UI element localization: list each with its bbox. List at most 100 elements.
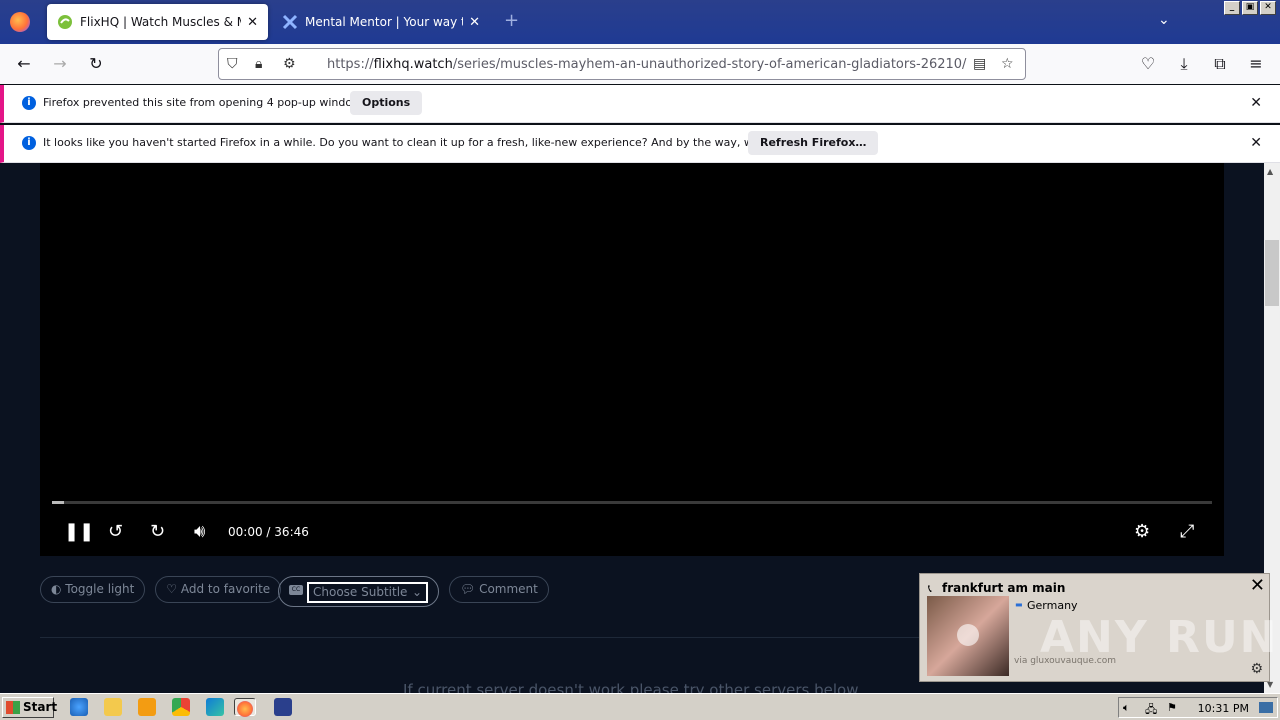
- edge-icon[interactable]: [206, 698, 224, 716]
- start-label: Start: [23, 700, 58, 714]
- duration: 36:46: [274, 525, 309, 539]
- heart-icon: ♡: [166, 582, 181, 596]
- tab-bar: FlixHQ | Watch Muscles & Mayhem ✕ Mental…: [0, 0, 1280, 44]
- internet-explorer-icon[interactable]: [70, 698, 88, 716]
- new-tab-icon[interactable]: +: [504, 10, 519, 31]
- file-explorer-icon[interactable]: [104, 698, 122, 716]
- progress-bar[interactable]: [52, 501, 1212, 504]
- play-icon[interactable]: [957, 624, 979, 646]
- player-tools: ◐ Toggle light ♡ Add to favorite: [40, 576, 282, 603]
- fullscreen-icon[interactable]: ⤢: [1180, 521, 1194, 542]
- close-notification-icon[interactable]: ✕: [1250, 95, 1262, 111]
- shield-icon[interactable]: ⛉: [227, 56, 238, 72]
- flag-tray-icon[interactable]: ⚑: [1167, 701, 1177, 714]
- firefox-icon: [237, 701, 253, 717]
- close-window-button[interactable]: ✕: [1260, 1, 1276, 15]
- windows-logo-icon: [6, 701, 20, 714]
- notification-message: Firefox prevented this site from opening…: [43, 96, 371, 109]
- comment-icon: 💬︎: [460, 582, 480, 596]
- forward-10-icon[interactable]: ↻: [150, 521, 165, 542]
- comment-button[interactable]: 💬︎ Comment: [449, 576, 549, 603]
- forward-arrow-icon[interactable]: →: [48, 52, 72, 76]
- chrome-icon[interactable]: [172, 698, 190, 716]
- add-to-favorite-button[interactable]: ♡ Add to favorite: [155, 576, 282, 603]
- time-separator: /: [266, 525, 271, 539]
- info-icon: i: [22, 96, 36, 110]
- downloads-icon[interactable]: ⤓: [1172, 52, 1196, 76]
- minimize-button[interactable]: _: [1224, 1, 1240, 15]
- subtitle-select[interactable]: Choose Subtitle ⌄: [307, 582, 428, 603]
- scrollbar-thumb[interactable]: [1265, 240, 1279, 306]
- system-tray: 🔈︎ 🖧︎ ⚑ 10:31 PM: [1118, 697, 1278, 718]
- closed-caption-icon: CC: [289, 585, 303, 595]
- extensions-icon[interactable]: ⧉: [1208, 52, 1232, 76]
- light-icon: ◐: [51, 582, 66, 596]
- progress-fill: [52, 501, 64, 504]
- back-arrow-icon[interactable]: ←: [12, 52, 36, 76]
- chevron-down-icon: ⌄: [411, 585, 422, 599]
- firefox-taskbar-icon[interactable]: [234, 698, 256, 717]
- comment-label: Comment: [479, 582, 538, 596]
- windows-taskbar: Start 🔈︎ 🖧︎ ⚑ 10:31 PM: [0, 693, 1280, 720]
- toggle-light-button[interactable]: ◐ Toggle light: [40, 576, 146, 603]
- subtitle-selected: Choose Subtitle: [313, 585, 408, 599]
- tab-title: Mental Mentor | Your way to harmony: [305, 15, 463, 29]
- rewind-10-icon[interactable]: ↺: [108, 521, 123, 542]
- tab-mental-mentor[interactable]: Mental Mentor | Your way to harmony ✕: [272, 4, 490, 40]
- video-player[interactable]: ❚❚ ↺ ↻ 🔊︎ 00:00 / 36:46 ⚙ ⤢: [40, 163, 1224, 556]
- popup-blocked-notification: i Firefox prevented this site from openi…: [0, 85, 1280, 123]
- notification-message: It looks like you haven't started Firefo…: [43, 136, 827, 149]
- media-player-icon[interactable]: [138, 698, 156, 716]
- url-prefix: https://: [327, 57, 374, 72]
- volume-tray-icon[interactable]: 🔈︎: [1123, 701, 1130, 715]
- start-button[interactable]: Start: [2, 697, 58, 718]
- close-notification-icon[interactable]: ✕: [1250, 135, 1262, 151]
- close-tab-icon[interactable]: ✕: [247, 15, 258, 30]
- mental-mentor-taskbar-icon[interactable]: [274, 698, 292, 716]
- url-bar[interactable]: ⛉ 🔒︎ ⚙︎ https://flixhq.watch/series/musc…: [218, 48, 1026, 80]
- clock: 10:31 PM: [1197, 702, 1249, 715]
- pocket-icon[interactable]: ♡: [1136, 52, 1160, 76]
- show-desktop-icon[interactable]: [1259, 702, 1273, 713]
- bookmark-star-icon[interactable]: ☆: [1001, 56, 1014, 72]
- permissions-icon[interactable]: ⚙︎: [283, 56, 296, 72]
- url-text[interactable]: https://flixhq.watch/series/muscles-mayh…: [327, 57, 966, 72]
- close-ad-icon[interactable]: ✕: [1250, 575, 1265, 596]
- url-host: flixhq.watch: [373, 57, 453, 72]
- navigation-toolbar: ← → ↻ ⛉ 🔒︎ ⚙︎ https://flixhq.watch/serie…: [0, 44, 1280, 84]
- window-controls: _ ▣ ✕: [1224, 1, 1276, 15]
- options-button[interactable]: Options: [350, 91, 423, 115]
- info-icon: i: [22, 136, 36, 150]
- ad-city: frankfurt am main: [942, 581, 1066, 595]
- settings-gear-icon[interactable]: ⚙: [1134, 521, 1150, 542]
- hamburger-menu-icon[interactable]: ≡: [1244, 52, 1268, 76]
- time-display: 00:00 / 36:46: [228, 525, 309, 539]
- list-all-tabs-icon[interactable]: ⌄: [1158, 12, 1170, 28]
- restore-button[interactable]: ▣: [1242, 1, 1258, 15]
- flixhq-favicon-icon: [58, 15, 72, 29]
- pause-icon[interactable]: ❚❚: [64, 521, 94, 542]
- tab-title: FlixHQ | Watch Muscles & Mayhem: [80, 15, 241, 29]
- refresh-firefox-notification: i It looks like you haven't started Fire…: [0, 125, 1280, 163]
- scroll-up-arrow-icon[interactable]: ▲: [1267, 167, 1273, 176]
- lock-icon[interactable]: 🔒︎: [255, 56, 262, 72]
- tab-flixhq[interactable]: FlixHQ | Watch Muscles & Mayhem ✕: [47, 4, 268, 40]
- url-path: /series/muscles-mayhem-an-unauthorized-s…: [452, 57, 967, 72]
- reload-icon[interactable]: ↻: [84, 52, 108, 76]
- current-time: 00:00: [228, 525, 263, 539]
- subtitle-selector: CC Choose Subtitle ⌄: [278, 576, 439, 607]
- reader-view-icon[interactable]: ▤: [973, 56, 986, 72]
- flag-icon: ▬: [1015, 600, 1023, 609]
- close-tab-icon[interactable]: ✕: [469, 15, 480, 30]
- phone-icon: 📞︎: [928, 582, 932, 595]
- network-tray-icon[interactable]: 🖧︎: [1145, 701, 1157, 720]
- ad-settings-gear-icon[interactable]: ⚙: [1250, 661, 1263, 677]
- anyrun-watermark: ANY RUN: [1040, 612, 1279, 663]
- ad-country: Germany: [1027, 599, 1078, 612]
- toggle-light-label: Toggle light: [65, 582, 135, 596]
- volume-icon[interactable]: 🔊︎: [194, 521, 205, 542]
- ad-thumbnail[interactable]: [927, 596, 1009, 676]
- firefox-logo-icon[interactable]: [10, 12, 30, 32]
- mental-mentor-favicon-icon: [282, 14, 298, 30]
- refresh-firefox-button[interactable]: Refresh Firefox…: [748, 131, 879, 155]
